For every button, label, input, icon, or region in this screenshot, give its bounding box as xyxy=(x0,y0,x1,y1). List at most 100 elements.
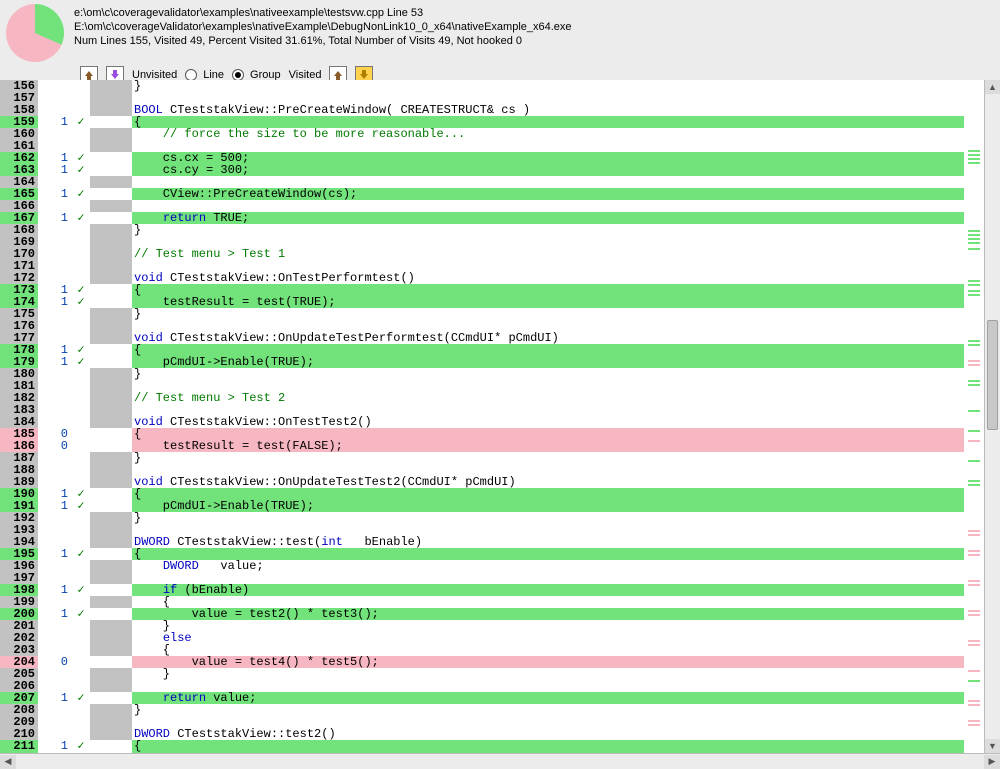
gutter xyxy=(90,596,132,608)
code-text: } xyxy=(132,668,964,680)
code-row[interactable]: 160 // force the size to be more reasona… xyxy=(0,128,964,140)
visit-count xyxy=(38,308,72,320)
vertical-scrollbar[interactable]: ▲ ▼ xyxy=(984,80,1000,753)
code-row[interactable]: 184void CTeststakView::OnTestTest2() xyxy=(0,416,964,428)
visit-count: 1 xyxy=(38,116,72,128)
code-row[interactable]: 172void CTeststakView::OnTestPerformtest… xyxy=(0,272,964,284)
scroll-up-icon[interactable]: ▲ xyxy=(985,80,1000,94)
strip-seg xyxy=(968,554,980,556)
scroll-right-icon[interactable]: ▶ xyxy=(984,755,1000,769)
code-row[interactable]: 180} xyxy=(0,368,964,380)
strip-seg xyxy=(968,344,980,346)
code-row[interactable]: 1791✓ pCmdUI->Enable(TRUE); xyxy=(0,356,964,368)
gutter xyxy=(90,188,132,200)
code-row[interactable]: 158BOOL CTeststakView::PreCreateWindow( … xyxy=(0,104,964,116)
code-row[interactable]: 192} xyxy=(0,512,964,524)
code-text: void CTeststakView::OnUpdateTestPerformt… xyxy=(132,332,964,344)
code-text: } xyxy=(132,80,964,92)
code-row[interactable]: 177void CTeststakView::OnUpdateTestPerfo… xyxy=(0,332,964,344)
code-row[interactable]: 1651✓ CView::PreCreateWindow(cs); xyxy=(0,188,964,200)
gutter xyxy=(90,464,132,476)
coverage-strip[interactable] xyxy=(964,80,984,753)
code-text: DWORD CTeststakView::test2() xyxy=(132,728,964,740)
horizontal-scrollbar[interactable]: ◀ ▶ xyxy=(0,753,1000,769)
code-row[interactable]: 205 } xyxy=(0,668,964,680)
gutter xyxy=(90,560,132,572)
strip-seg xyxy=(968,410,980,412)
code-text: } xyxy=(132,704,964,716)
code-row[interactable]: 182// Test menu > Test 2 xyxy=(0,392,964,404)
check-icon xyxy=(72,644,90,656)
code-area: 156}157158BOOL CTeststakView::PreCreateW… xyxy=(0,80,1000,753)
strip-seg xyxy=(968,614,980,616)
code-text: DWORD value; xyxy=(132,560,964,572)
gutter xyxy=(90,476,132,488)
scroll-down-icon[interactable]: ▼ xyxy=(985,739,1000,753)
gutter xyxy=(90,368,132,380)
check-icon xyxy=(72,440,90,452)
check-icon xyxy=(72,260,90,272)
code-text: BOOL CTeststakView::PreCreateWindow( CRE… xyxy=(132,104,964,116)
code-text xyxy=(132,680,964,692)
check-icon xyxy=(72,128,90,140)
code-text: if (bEnable) xyxy=(132,584,964,596)
check-icon: ✓ xyxy=(72,608,90,620)
check-icon xyxy=(72,80,90,92)
check-icon: ✓ xyxy=(72,164,90,176)
code-lines[interactable]: 156}157158BOOL CTeststakView::PreCreateW… xyxy=(0,80,964,753)
code-row[interactable]: 1911✓ pCmdUI->Enable(TRUE); xyxy=(0,500,964,512)
check-icon: ✓ xyxy=(72,188,90,200)
gutter xyxy=(90,548,132,560)
code-row[interactable]: 2071✓ return value; xyxy=(0,692,964,704)
code-row[interactable]: 156} xyxy=(0,80,964,92)
gutter xyxy=(90,704,132,716)
code-row[interactable]: 175} xyxy=(0,308,964,320)
gutter xyxy=(90,740,132,752)
scroll-thumb[interactable] xyxy=(987,320,998,430)
visit-count xyxy=(38,512,72,524)
code-row[interactable]: 168} xyxy=(0,224,964,236)
strip-seg xyxy=(968,530,980,532)
visit-count xyxy=(38,128,72,140)
code-row[interactable]: 1741✓ testResult = test(TRUE); xyxy=(0,296,964,308)
strip-seg xyxy=(968,680,980,682)
strip-seg xyxy=(968,704,980,706)
gutter xyxy=(90,200,132,212)
strip-seg xyxy=(968,158,980,160)
check-icon xyxy=(72,452,90,464)
check-icon xyxy=(72,308,90,320)
check-icon xyxy=(72,656,90,668)
strip-seg xyxy=(968,150,980,152)
code-text: else xyxy=(132,632,964,644)
visit-count: 1 xyxy=(38,164,72,176)
check-icon xyxy=(72,92,90,104)
strip-seg xyxy=(968,700,980,702)
code-row[interactable]: 1860 testResult = test(FALSE); xyxy=(0,440,964,452)
strip-seg xyxy=(968,340,980,342)
code-text: } xyxy=(132,452,964,464)
check-icon xyxy=(72,236,90,248)
code-row[interactable]: 196 DWORD value; xyxy=(0,560,964,572)
code-row[interactable]: 1631✓ cs.cy = 300; xyxy=(0,164,964,176)
code-row[interactable]: 187} xyxy=(0,452,964,464)
gutter xyxy=(90,584,132,596)
scroll-left-icon[interactable]: ◀ xyxy=(0,755,16,769)
code-text: cs.cx = 500; xyxy=(132,152,964,164)
gutter xyxy=(90,620,132,632)
gutter xyxy=(90,164,132,176)
code-row[interactable]: 189void CTeststakView::OnUpdateTestTest2… xyxy=(0,476,964,488)
code-row[interactable]: 208} xyxy=(0,704,964,716)
gutter xyxy=(90,212,132,224)
coverage-pie-chart xyxy=(6,4,64,62)
code-row[interactable]: 170// Test menu > Test 1 xyxy=(0,248,964,260)
code-row[interactable]: 194DWORD CTeststakView::test(int bEnable… xyxy=(0,536,964,548)
visit-count xyxy=(38,92,72,104)
check-icon xyxy=(72,668,90,680)
code-row[interactable]: 1671✓ return TRUE; xyxy=(0,212,964,224)
strip-seg xyxy=(968,384,980,386)
check-icon xyxy=(72,380,90,392)
strip-seg xyxy=(968,284,980,286)
code-row[interactable]: 210DWORD CTeststakView::test2() xyxy=(0,728,964,740)
check-icon xyxy=(72,512,90,524)
gutter xyxy=(90,284,132,296)
